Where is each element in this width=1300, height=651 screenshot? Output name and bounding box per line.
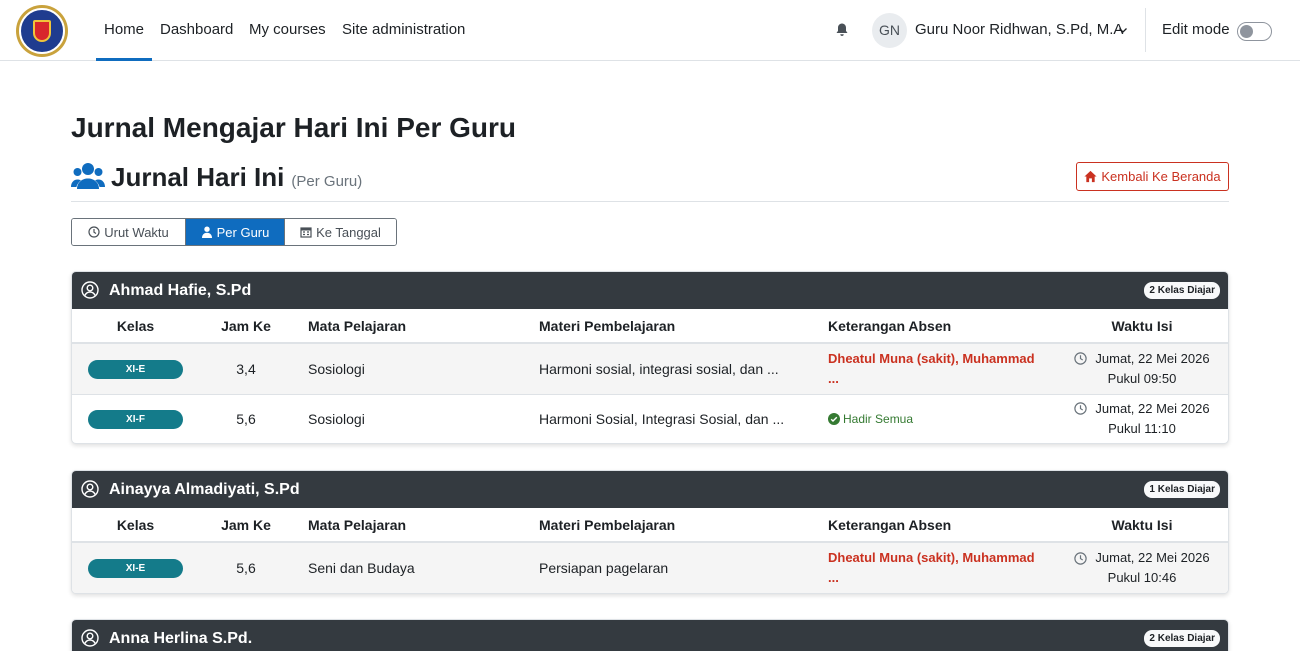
school-logo[interactable] xyxy=(16,5,68,57)
journal-table: Kelas Jam Ke Mata Pelajaran Materi Pembe… xyxy=(72,309,1228,443)
col-header-mata-pelajaran: Mata Pelajaran xyxy=(293,508,524,543)
nav-dashboard[interactable]: Dashboard xyxy=(152,0,241,61)
view-per-guru-label: Per Guru xyxy=(216,224,270,240)
navbar: Home Dashboard My courses Site administr… xyxy=(0,0,1300,61)
jam-ke-cell: 5,6 xyxy=(236,410,256,427)
section-heading: Jurnal Hari Ini (Per Guru) xyxy=(71,160,362,194)
notification-bell-icon[interactable] xyxy=(834,22,850,38)
section-title: Jurnal Hari Ini xyxy=(111,161,285,192)
col-header-keterangan-absen: Keterangan Absen xyxy=(813,508,1056,543)
user-avatar[interactable]: GN xyxy=(872,13,907,48)
absence-note[interactable]: Dheatul Muna (sakit), Muhammad... xyxy=(828,349,1056,389)
nav-my-courses[interactable]: My courses xyxy=(241,0,334,61)
user-circle-icon xyxy=(81,629,99,647)
user-circle-icon xyxy=(81,281,99,299)
edit-mode-toggle[interactable] xyxy=(1237,22,1272,41)
jam-ke-cell: 5,6 xyxy=(199,542,293,593)
calendar-icon xyxy=(300,227,312,238)
table-row: XI-E 3,4 Sosiologi Harmoni sosial, integ… xyxy=(72,343,1228,395)
materi-cell: Harmoni sosial, integrasi sosial, dan ..… xyxy=(524,343,813,395)
jam-ke-cell: 3,4 xyxy=(199,343,293,395)
table-row: XI-E 5,6 Seni dan Budaya Persiapan pagel… xyxy=(72,542,1228,593)
waktu-pukul: Pukul 10:46 xyxy=(1107,570,1177,585)
class-count-badge: 2 Kelas Diajar xyxy=(1144,282,1220,299)
teacher-name: Anna Herlina S.Pd. xyxy=(109,630,253,647)
page-title: Jurnal Mengajar Hari Ini Per Guru xyxy=(71,112,517,143)
clock-icon xyxy=(1074,551,1088,565)
view-ke-tanggal-label: Ke Tanggal xyxy=(316,224,381,240)
col-header-materi: Materi Pembelajaran xyxy=(524,508,813,543)
teacher-card-header: Ainayya Almadiyati, S.Pd 1 Kelas Diajar xyxy=(72,471,1228,508)
absence-note-line2: ... xyxy=(828,570,839,585)
waktu-pukul: Pukul 11:10 xyxy=(1108,420,1176,436)
navbar-divider xyxy=(1145,8,1146,52)
absence-note-line1: Dheatul Muna (sakit), Muhammad xyxy=(828,550,1035,565)
teacher-name: Ainayya Almadiyati, S.Pd xyxy=(109,481,300,498)
nav-home[interactable]: Home xyxy=(96,0,153,61)
chevron-down-icon[interactable] xyxy=(1118,25,1128,35)
table-row: XI-F 5,6 Sosiologi Harmoni Sosial, Integ… xyxy=(72,394,1228,443)
class-count-badge: 2 Kelas Diajar xyxy=(1144,630,1220,647)
col-header-keterangan-absen: Keterangan Absen xyxy=(813,309,1056,344)
materi-cell: Harmoni Sosial, Integrasi Sosial, dan ..… xyxy=(539,410,785,427)
teacher-card-header: Ahmad Hafie, S.Pd 2 Kelas Diajar xyxy=(72,272,1228,309)
view-mode-button-group: Urut Waktu Per Guru Ke Tanggal xyxy=(71,218,397,246)
col-header-mata-pelajaran: Mata Pelajaran xyxy=(293,309,524,344)
view-ke-tanggal-button[interactable]: Ke Tanggal xyxy=(285,219,396,245)
clock-icon xyxy=(1074,402,1088,415)
waktu-tanggal: Jumat, 22 Mei 2026 xyxy=(1095,400,1210,416)
teacher-card: Ahmad Hafie, S.Pd 2 Kelas Diajar Kelas J… xyxy=(71,271,1229,444)
kelas-badge[interactable]: XI-E xyxy=(88,359,183,379)
waktu-tanggal: Jumat, 22 Mei 2026 xyxy=(1095,350,1210,366)
view-urut-waktu-label: Urut Waktu xyxy=(104,224,169,240)
user-icon xyxy=(201,226,212,238)
section-subtitle: (Per Guru) xyxy=(291,172,363,190)
mata-pelajaran-cell: Sosiologi xyxy=(293,343,524,395)
col-header-kelas: Kelas xyxy=(72,508,199,543)
hadir-semua-label: Hadir Semua xyxy=(843,411,914,426)
clock-icon xyxy=(88,226,100,238)
kelas-badge[interactable]: XI-E xyxy=(88,559,183,578)
hadir-semua-status: Hadir Semua xyxy=(828,412,1056,426)
absence-note[interactable]: Dheatul Muna (sakit), Muhammad... xyxy=(828,548,1056,588)
back-button-label: Kembali Ke Beranda xyxy=(1101,169,1221,184)
home-icon xyxy=(1084,170,1097,183)
col-header-materi: Materi Pembelajaran xyxy=(524,309,813,344)
mata-pelajaran-cell: Sosiologi xyxy=(308,410,365,427)
user-menu[interactable]: Guru Noor Ridhwan, S.Pd, M.A xyxy=(915,0,1123,60)
view-per-guru-button[interactable]: Per Guru xyxy=(186,219,285,245)
section-divider xyxy=(71,201,1229,202)
kelas-badge[interactable]: XI-F xyxy=(88,409,183,429)
class-count-badge: 1 Kelas Diajar xyxy=(1144,481,1220,498)
nav-site-administration[interactable]: Site administration xyxy=(334,0,473,61)
clock-icon xyxy=(1074,352,1088,365)
back-to-home-button[interactable]: Kembali Ke Beranda xyxy=(1076,162,1229,191)
col-header-kelas: Kelas xyxy=(72,309,199,344)
col-header-waktu-isi: Waktu Isi xyxy=(1056,309,1228,344)
user-circle-icon xyxy=(81,480,99,498)
col-header-waktu-isi: Waktu Isi xyxy=(1056,508,1228,543)
check-circle-icon xyxy=(828,412,840,425)
users-icon xyxy=(71,163,105,189)
waktu-tanggal: Jumat, 22 Mei 2026 xyxy=(1095,550,1210,565)
teacher-card: Anna Herlina S.Pd. 2 Kelas Diajar xyxy=(71,619,1229,651)
teacher-name: Ahmad Hafie, S.Pd xyxy=(109,282,252,299)
edit-mode-label: Edit mode xyxy=(1162,21,1230,38)
journal-table: Kelas Jam Ke Mata Pelajaran Materi Pembe… xyxy=(72,508,1228,593)
mata-pelajaran-cell: Seni dan Budaya xyxy=(293,542,524,593)
teacher-card: Ainayya Almadiyati, S.Pd 1 Kelas Diajar … xyxy=(71,470,1229,594)
col-header-jam-ke: Jam Ke xyxy=(199,309,293,344)
view-urut-waktu-button[interactable]: Urut Waktu xyxy=(72,219,186,245)
absence-note-line2: ... xyxy=(828,370,839,386)
waktu-pukul: Pukul 09:50 xyxy=(1107,370,1177,386)
materi-cell: Persiapan pagelaran xyxy=(524,542,813,593)
teacher-card-header: Anna Herlina S.Pd. 2 Kelas Diajar xyxy=(72,620,1228,651)
col-header-jam-ke: Jam Ke xyxy=(199,508,293,543)
absence-note-line1: Dheatul Muna (sakit), Muhammad xyxy=(828,350,1035,366)
